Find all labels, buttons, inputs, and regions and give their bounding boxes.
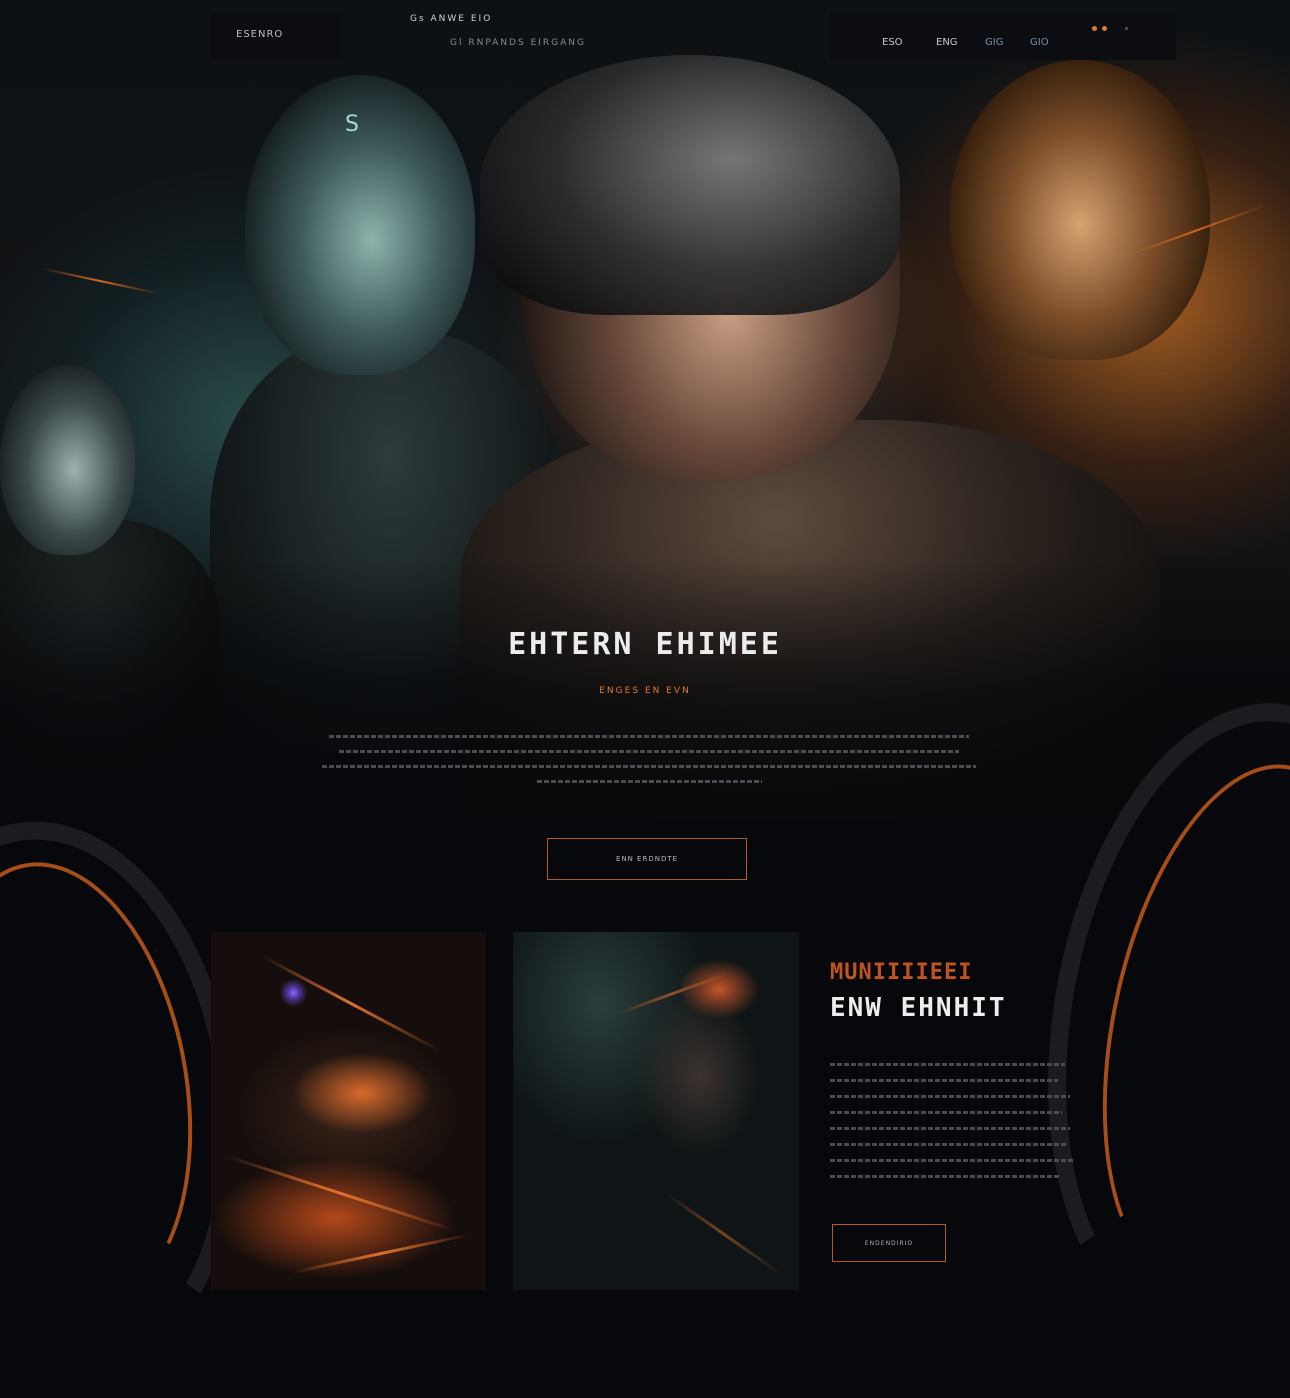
feature-description xyxy=(830,1063,1075,1178)
character-gold-helmet xyxy=(950,60,1210,360)
light-streak xyxy=(41,267,159,295)
hero-subtitle: ENGES EN EVN xyxy=(599,686,691,696)
text-line xyxy=(830,1127,1070,1130)
text-line xyxy=(830,1079,1058,1082)
site-title: Gs ANWE EIO xyxy=(410,14,493,24)
notification-dot-icon[interactable] xyxy=(1102,26,1107,31)
game-card-fire[interactable] xyxy=(211,932,486,1290)
text-line xyxy=(830,1063,1065,1066)
feature-panel: MUNIIIIEEI ENW EHNHIT xyxy=(830,960,1080,1191)
helmet-logo-icon: S xyxy=(345,112,359,137)
ember-streak xyxy=(616,971,730,1016)
menu-dot-icon[interactable] xyxy=(1125,27,1128,30)
nav-link-3[interactable]: GIG xyxy=(985,37,1003,48)
hero-title: EHTERN EHIMEE xyxy=(508,627,782,662)
ember-streak xyxy=(664,1192,782,1275)
text-line xyxy=(830,1175,1060,1178)
text-line xyxy=(830,1095,1070,1098)
feature-button[interactable]: ENDENDIRIO xyxy=(832,1224,946,1262)
fire-streak xyxy=(262,955,440,1052)
text-line xyxy=(329,735,969,738)
text-line xyxy=(830,1111,1062,1114)
nav-link-4[interactable]: GIO xyxy=(1030,37,1049,48)
brand-box[interactable]: ESENRO xyxy=(210,12,340,60)
game-card-warrior[interactable] xyxy=(513,932,799,1290)
text-line xyxy=(322,765,976,768)
fire-streak xyxy=(292,1233,470,1274)
top-navigation-bar: ESENRO Gs ANWE EIO Gl RNPANDS EIRGANG ES… xyxy=(210,12,1176,60)
nav-link-2[interactable]: ENG xyxy=(936,37,958,48)
brand-logo-text[interactable]: ESENRO xyxy=(236,29,283,40)
nav-link-1[interactable]: ESO xyxy=(882,37,903,48)
nav-menu: ESO ENG GIG GIO xyxy=(830,12,1176,60)
character-teal-helmet xyxy=(245,75,475,375)
site-tagline: Gl RNPANDS EIRGANG xyxy=(450,38,586,48)
feature-kicker: MUNIIIIEEI xyxy=(830,960,973,985)
feature-title: ENW EHNHIT xyxy=(830,993,1007,1023)
text-line xyxy=(339,750,959,753)
text-line xyxy=(536,780,762,783)
character-center-helmet xyxy=(480,55,900,315)
hero-description xyxy=(322,735,976,795)
hero-cta-button[interactable]: ENN ERDNDTE xyxy=(547,838,747,880)
text-line xyxy=(830,1159,1074,1162)
text-line xyxy=(830,1143,1066,1146)
notification-dot-icon[interactable] xyxy=(1092,26,1097,31)
character-left-head xyxy=(0,365,135,555)
fire-streak xyxy=(226,1154,456,1233)
